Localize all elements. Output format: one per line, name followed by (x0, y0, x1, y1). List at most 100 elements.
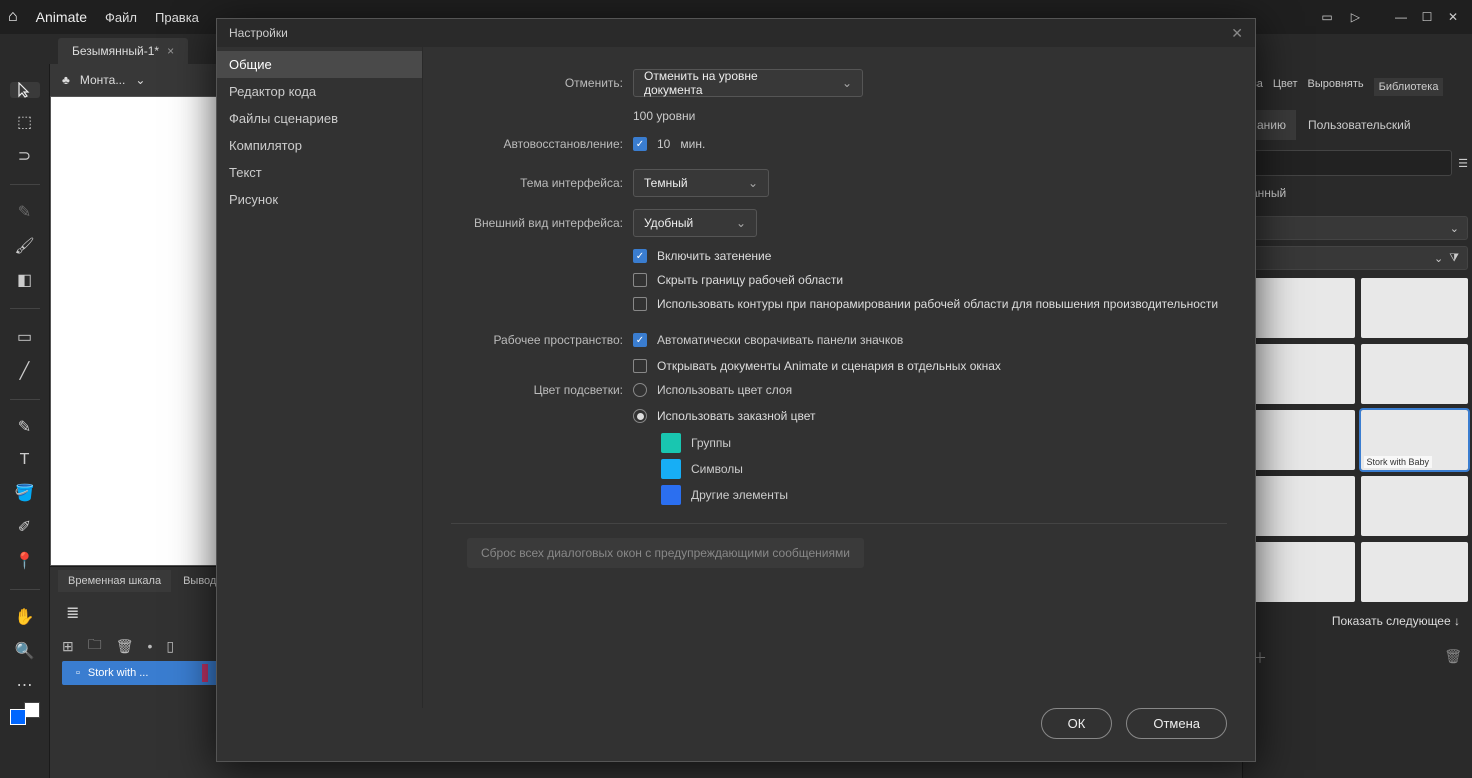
layer-row[interactable]: ▫ Stork with ... (62, 661, 222, 685)
library-section-label: анный (1247, 176, 1468, 210)
shade-checkbox[interactable]: ✓ (633, 249, 647, 263)
new-layer-icon[interactable]: ⊞ (62, 638, 74, 655)
outline-icon[interactable]: ▯ (166, 638, 174, 655)
minimize-icon[interactable]: — (1390, 9, 1412, 25)
home-icon[interactable]: ⌂ (8, 8, 18, 26)
close-tab-icon[interactable]: × (167, 44, 174, 58)
use-outlines-checkbox[interactable] (633, 297, 647, 311)
use-layer-color-radio[interactable] (633, 383, 647, 397)
autorecover-checkbox[interactable]: ✓ (633, 137, 647, 151)
ok-button[interactable]: ОК (1041, 708, 1113, 739)
selection-tool[interactable] (10, 82, 40, 98)
symbols-color-swatch[interactable] (661, 459, 681, 479)
reset-dialogs-button[interactable]: Сброс всех диалоговых окон с предупрежда… (467, 538, 864, 568)
delete-layer-icon[interactable]: 🗑 (116, 638, 134, 655)
hand-tool[interactable]: ✋ (10, 607, 40, 627)
cancel-button[interactable]: Отмена (1126, 708, 1227, 739)
text-tool[interactable]: T (10, 451, 40, 469)
panel-tab-color[interactable]: Цвет (1273, 78, 1298, 96)
asset-thumb[interactable] (1247, 410, 1355, 470)
auto-collapse-checkbox[interactable]: ✓ (633, 333, 647, 347)
show-next-button[interactable]: Показать следующее ↓ (1247, 602, 1468, 640)
new-folder-icon[interactable]: 🗀 (88, 634, 102, 658)
category-general[interactable]: Общие (217, 51, 422, 78)
chevron-down-icon[interactable]: ⌄ (135, 73, 145, 87)
label-undo: Отменить: (451, 76, 623, 90)
tab-timeline[interactable]: Временная шкала (58, 570, 171, 592)
undo-levels-value[interactable]: 100 (633, 109, 653, 123)
workspace-icon[interactable]: ▭ (1321, 10, 1332, 24)
close-icon[interactable]: ✕ (1442, 9, 1464, 25)
category-compiler[interactable]: Компилятор (217, 132, 422, 159)
paint-bucket-tool[interactable]: 🪣 (10, 483, 40, 503)
eyedropper-tool[interactable]: ✎ (10, 417, 40, 437)
asset-thumb[interactable] (1361, 476, 1469, 536)
pin-tool[interactable]: 📍 (10, 551, 40, 571)
theme-dropdown-value: Темный (644, 176, 688, 190)
delete-asset-icon[interactable]: 🗑 (1444, 648, 1462, 668)
panel-tab-align[interactable]: Выровнять (1308, 78, 1364, 96)
shade-label: Включить затенение (657, 249, 771, 263)
other-color-swatch[interactable] (661, 485, 681, 505)
workspace-custom-tab[interactable]: Пользовательский (1298, 110, 1421, 140)
label-ui-style: Внешний вид интерфейса: (451, 216, 623, 230)
scene-icon[interactable]: ♣ (62, 73, 70, 87)
filter-category-dropdown[interactable]: ⌄ (1247, 216, 1468, 240)
undo-dropdown[interactable]: Отменить на уровне документа ⌄ (633, 69, 863, 97)
play-icon[interactable]: ▷ (1351, 10, 1360, 24)
filter-icon[interactable]: ⧩ (1449, 252, 1459, 265)
asset-thumb-selected[interactable]: Stork with Baby (1361, 410, 1469, 470)
free-transform-tool[interactable]: ⬚ (10, 112, 40, 132)
brush-tool[interactable]: 🖌 (10, 236, 40, 256)
category-text[interactable]: Текст (217, 159, 422, 186)
label-autorecover: Автовосстановление: (451, 137, 623, 151)
label-theme: Тема интерфейса: (451, 176, 623, 190)
rectangle-tool[interactable]: ▭ (10, 327, 40, 347)
document-tab[interactable]: Безымянный-1* × (58, 38, 188, 64)
maximize-icon[interactable]: ☐ (1416, 9, 1438, 25)
list-view-icon[interactable]: ☰ (1458, 157, 1468, 170)
panel-tab-library[interactable]: Библиотека (1374, 78, 1444, 96)
fluid-brush-tool[interactable]: ✎ (10, 202, 40, 222)
layers-icon[interactable]: ≣ (66, 603, 79, 623)
menu-file[interactable]: Файл (105, 10, 137, 25)
groups-color-swatch[interactable] (661, 433, 681, 453)
stroke-color-chip[interactable] (24, 702, 40, 718)
dialog-title: Настройки (229, 26, 288, 40)
layer-color-chip (202, 664, 208, 682)
asset-thumb[interactable] (1247, 344, 1355, 404)
hide-border-checkbox[interactable] (633, 273, 647, 287)
asset-thumb[interactable] (1361, 278, 1469, 338)
asset-thumb[interactable] (1247, 278, 1355, 338)
asset-thumb[interactable] (1361, 542, 1469, 602)
dropper-tool[interactable]: ✐ (10, 517, 40, 537)
fill-color-chip[interactable] (10, 709, 26, 725)
zoom-tool[interactable]: 🔍 (10, 641, 40, 661)
category-code-editor[interactable]: Редактор кода (217, 78, 422, 105)
open-separate-checkbox[interactable] (633, 359, 647, 373)
use-custom-color-radio[interactable] (633, 409, 647, 423)
autorecover-value[interactable]: 10 (657, 137, 670, 151)
lasso-tool[interactable]: ⊃ (10, 146, 40, 166)
symbols-label: Символы (691, 462, 743, 476)
asset-thumb[interactable] (1247, 542, 1355, 602)
category-script-files[interactable]: Файлы сценариев (217, 105, 422, 132)
search-input[interactable] (1247, 150, 1452, 176)
color-chips[interactable] (10, 709, 40, 718)
menu-edit[interactable]: Правка (155, 10, 199, 25)
filter-type-dropdown[interactable]: ⌄ ⧩ (1247, 246, 1468, 270)
chevron-down-icon: ⌄ (736, 216, 746, 230)
ui-style-dropdown[interactable]: Удобный ⌄ (633, 209, 757, 237)
category-drawing[interactable]: Рисунок (217, 186, 422, 213)
scene-label[interactable]: Монта... (80, 73, 125, 87)
dialog-close-icon[interactable]: ✕ (1231, 25, 1243, 42)
asset-grid: Stork with Baby (1247, 278, 1468, 602)
eraser-tool[interactable]: ◧ (10, 270, 40, 290)
theme-dropdown[interactable]: Темный ⌄ (633, 169, 769, 197)
more-tools[interactable]: ⋯ (10, 675, 40, 695)
asset-thumb[interactable] (1361, 344, 1469, 404)
asset-thumb[interactable] (1247, 476, 1355, 536)
line-tool[interactable]: ╱ (10, 361, 40, 381)
preferences-dialog: Настройки ✕ Общие Редактор кода Файлы сц… (216, 18, 1256, 762)
chevron-down-icon: ⌄ (842, 76, 852, 90)
